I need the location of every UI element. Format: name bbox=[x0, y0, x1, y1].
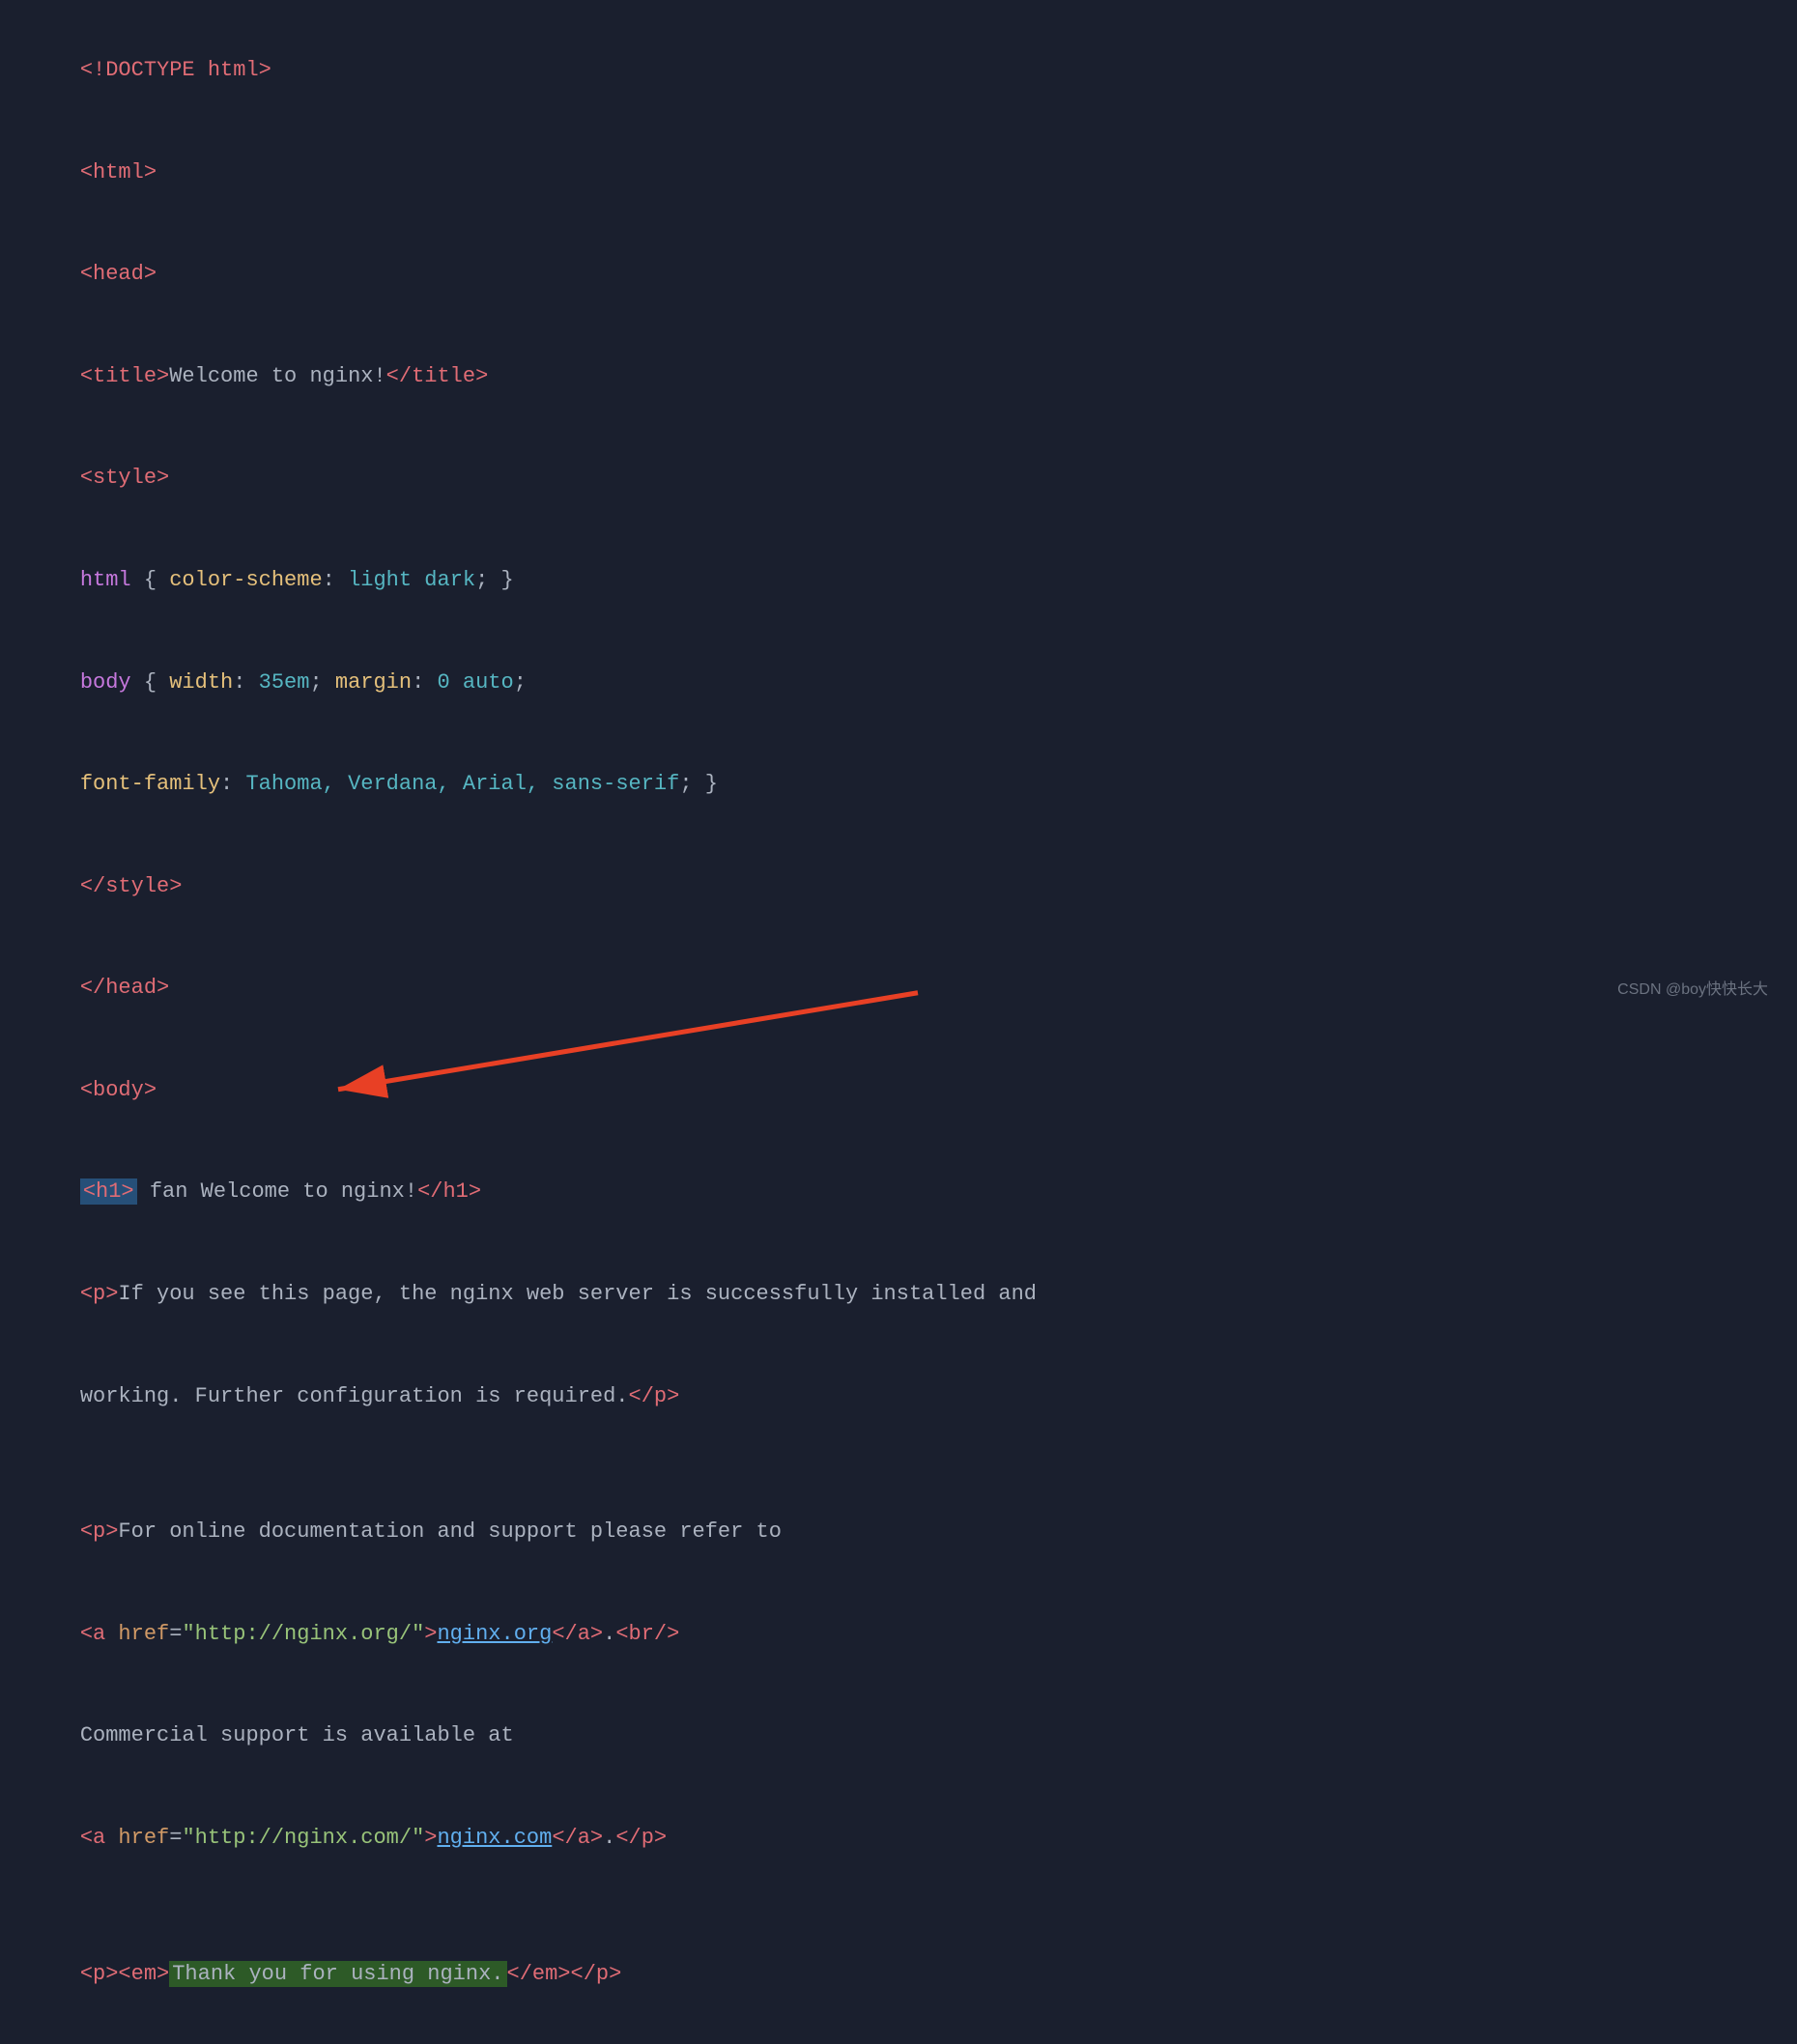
csdn-watermark: CSDN @boy快快长大 bbox=[1617, 978, 1768, 1003]
head-open-tag: <head> bbox=[80, 262, 157, 286]
code-editor: <!DOCTYPE html> <html> <head> <title>Wel… bbox=[0, 0, 1797, 2044]
em-close-tag: </em> bbox=[507, 1962, 571, 1986]
css-value-font: Tahoma, Verdana, Arial, sans-serif bbox=[245, 772, 679, 796]
dot-br: . bbox=[603, 1622, 615, 1646]
line-16: <p>For online documentation and support … bbox=[29, 1481, 1768, 1583]
css-property-1: color-scheme bbox=[169, 568, 322, 592]
href-attr-2: href bbox=[118, 1826, 169, 1850]
a-close-tag-2: </a> bbox=[552, 1826, 603, 1850]
line-6: html { color-scheme: light dark; } bbox=[29, 529, 1768, 632]
nginx-com-link[interactable]: nginx.com bbox=[437, 1826, 552, 1850]
line-5: <style> bbox=[29, 427, 1768, 529]
empty-line-1 bbox=[29, 1447, 1768, 1481]
css-selector-html: html bbox=[80, 568, 131, 592]
line-22: </body> bbox=[29, 2025, 1768, 2044]
css-colon-2: : bbox=[233, 670, 258, 695]
a-close-tag-1: </a> bbox=[552, 1622, 603, 1646]
line-8: font-family: Tahoma, Verdana, Arial, san… bbox=[29, 733, 1768, 836]
css-selector-body: body bbox=[80, 670, 131, 695]
thankyou-highlight: Thank you for using nginx. bbox=[169, 1961, 506, 1987]
p-open-tag-3: <p> bbox=[80, 1962, 119, 1986]
p-close-tag-3: </p> bbox=[571, 1962, 622, 1986]
p-open-tag-1: <p> bbox=[80, 1282, 119, 1306]
title-close-tag: </title> bbox=[386, 364, 489, 388]
line-14: working. Further configuration is requir… bbox=[29, 1345, 1768, 1447]
equals-2: = bbox=[169, 1826, 182, 1850]
head-close-tag: </head> bbox=[80, 976, 169, 1000]
line-4: <title>Welcome to nginx!</title> bbox=[29, 326, 1768, 428]
line-1: <!DOCTYPE html> bbox=[29, 19, 1768, 122]
line-7: body { width: 35em; margin: 0 auto; bbox=[29, 631, 1768, 733]
a-open-tag-1: <a bbox=[80, 1622, 119, 1646]
line-9: </style> bbox=[29, 836, 1768, 938]
em-open-tag: <em> bbox=[118, 1962, 169, 1986]
br-tag: <br/> bbox=[615, 1622, 679, 1646]
href-value-1: "http://nginx.org/" bbox=[182, 1622, 424, 1646]
line-18: Commercial support is available at bbox=[29, 1685, 1768, 1787]
css-colon-3: : bbox=[412, 670, 437, 695]
css-semicolon-1: ; } bbox=[475, 568, 514, 592]
href-value-2: "http://nginx.com/" bbox=[182, 1826, 424, 1850]
title-text: Welcome to nginx! bbox=[169, 364, 385, 388]
line-12: <h1> fan Welcome to nginx!</h1> bbox=[29, 1141, 1768, 1243]
p-text-2: working. Further configuration is requir… bbox=[80, 1384, 629, 1408]
css-semi-4: ; } bbox=[679, 772, 718, 796]
css-value-margin: 0 auto bbox=[438, 670, 514, 695]
css-brace-open-2: { bbox=[131, 670, 170, 695]
css-property-font: font-family bbox=[80, 772, 220, 796]
dot-p: . bbox=[603, 1826, 615, 1850]
line-2: <html> bbox=[29, 122, 1768, 224]
css-colon-1: : bbox=[323, 568, 348, 592]
css-value-1: light dark bbox=[348, 568, 475, 592]
h1-open-tag: <h1> bbox=[83, 1179, 134, 1204]
p-close-tag-2: </p> bbox=[615, 1826, 667, 1850]
style-close-tag: </style> bbox=[80, 874, 183, 898]
line-3: <head> bbox=[29, 223, 1768, 326]
html-open-tag: <html> bbox=[80, 160, 157, 185]
a-close-bracket-1: > bbox=[424, 1622, 437, 1646]
h1-text: fan Welcome to nginx! bbox=[137, 1179, 417, 1204]
h1-close-tag: </h1> bbox=[417, 1179, 481, 1204]
a-open-tag-2: <a bbox=[80, 1826, 119, 1850]
css-semi-2: ; bbox=[309, 670, 334, 695]
nginx-org-link[interactable]: nginx.org bbox=[437, 1622, 552, 1646]
commercial-text: Commercial support is available at bbox=[80, 1723, 514, 1747]
p-close-tag-1: </p> bbox=[629, 1384, 680, 1408]
doctype-tag: <!DOCTYPE html> bbox=[80, 58, 271, 82]
href-attr-1: href bbox=[118, 1622, 169, 1646]
h1-highlight: <h1> bbox=[80, 1178, 137, 1205]
css-colon-4: : bbox=[220, 772, 245, 796]
equals-1: = bbox=[169, 1622, 182, 1646]
css-value-width: 35em bbox=[259, 670, 310, 695]
css-property-margin: margin bbox=[335, 670, 412, 695]
line-10: </head> bbox=[29, 937, 1768, 1039]
line-17: <a href="http://nginx.org/">nginx.org</a… bbox=[29, 1583, 1768, 1686]
thankyou-text: Thank you for using nginx. bbox=[172, 1962, 503, 1986]
css-brace-open: { bbox=[131, 568, 170, 592]
css-semi-3: ; bbox=[514, 670, 527, 695]
style-open-tag: <style> bbox=[80, 466, 169, 490]
empty-line-2 bbox=[29, 1888, 1768, 1922]
line-11: <body> bbox=[29, 1039, 1768, 1142]
line-19: <a href="http://nginx.com/">nginx.com</a… bbox=[29, 1787, 1768, 1889]
p-open-tag-2: <p> bbox=[80, 1519, 119, 1544]
body-open-tag: <body> bbox=[80, 1078, 157, 1102]
line-21: <p><em>Thank you for using nginx.</em></… bbox=[29, 1923, 1768, 2026]
a-close-bracket-2: > bbox=[424, 1826, 437, 1850]
css-property-width: width bbox=[169, 670, 233, 695]
p-text-3: For online documentation and support ple… bbox=[118, 1519, 782, 1544]
line-13: <p>If you see this page, the nginx web s… bbox=[29, 1243, 1768, 1346]
title-open-tag: <title> bbox=[80, 364, 169, 388]
p-text-1: If you see this page, the nginx web serv… bbox=[118, 1282, 1037, 1306]
